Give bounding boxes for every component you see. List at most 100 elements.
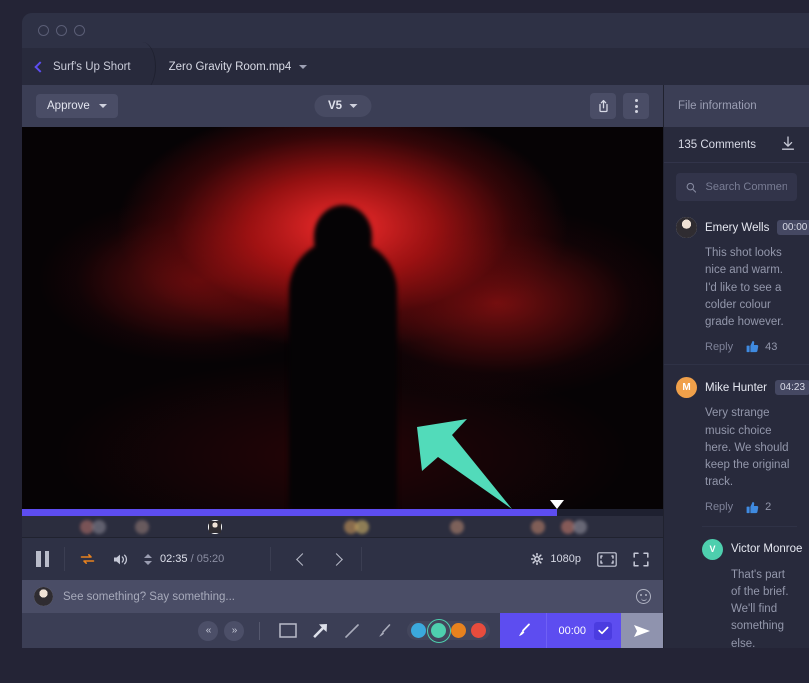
comment-text: Very strange music choice here. We shoul…	[705, 405, 797, 491]
pen-tool-button[interactable]	[371, 619, 397, 643]
comment-timecode[interactable]: 04:23	[775, 380, 809, 395]
comment-input[interactable]	[63, 591, 626, 603]
avatar: M	[676, 377, 697, 398]
comment-item[interactable]: Emery Wells 00:00 This shot looks nice a…	[664, 205, 809, 365]
swatch-red[interactable]	[471, 623, 486, 638]
like-button[interactable]: 2	[746, 501, 771, 514]
comment-author: Mike Hunter	[705, 382, 767, 394]
download-comments-button[interactable]	[781, 136, 795, 154]
reply-header: V Victor Monroe	[702, 539, 797, 560]
reply-button[interactable]: Reply	[705, 341, 733, 353]
pen-brush-icon	[375, 622, 393, 640]
previous-comment-button[interactable]	[285, 555, 319, 564]
approve-button[interactable]: Approve	[36, 94, 118, 118]
like-button[interactable]: 43	[746, 340, 777, 353]
kebab-menu-icon	[635, 99, 638, 113]
comment-composer[interactable]	[22, 580, 663, 613]
share-button[interactable]	[590, 93, 616, 119]
play-pause-button[interactable]	[36, 551, 50, 567]
search-icon	[686, 181, 696, 194]
search-comments-input[interactable]	[705, 181, 787, 193]
like-count: 2	[765, 501, 771, 513]
timeline-scrubber[interactable]	[22, 509, 663, 516]
timestamp-checkbox[interactable]	[594, 622, 612, 640]
file-information-header[interactable]: File information	[664, 85, 809, 127]
volume-button[interactable]	[112, 552, 130, 567]
breadcrumb: Surf's Up Short Zero Gravity Room.mp4	[22, 48, 809, 85]
timeline-marker[interactable]	[450, 520, 464, 534]
version-selector[interactable]: V5	[314, 95, 371, 117]
more-options-button[interactable]	[623, 93, 649, 119]
timestamp-value: 00:00	[558, 625, 586, 637]
timeline-marker[interactable]	[531, 520, 545, 534]
thumbs-up-icon	[746, 501, 759, 514]
main-body: Approve V5	[22, 85, 809, 648]
comments-list[interactable]: Emery Wells 00:00 This shot looks nice a…	[664, 205, 809, 648]
resolution-selector[interactable]: 1080p	[531, 553, 581, 565]
next-comment-button[interactable]	[319, 555, 353, 564]
fullscreen-button[interactable]	[633, 552, 649, 567]
time-stepper[interactable]	[144, 554, 152, 565]
timeline-playhead[interactable]	[550, 500, 564, 509]
rectangle-icon	[279, 623, 297, 638]
timeline-marker-active[interactable]	[208, 520, 222, 534]
emoji-picker-icon[interactable]	[636, 589, 651, 604]
color-swatches	[407, 621, 490, 640]
breadcrumb-file-name: Zero Gravity Room.mp4	[169, 61, 292, 73]
comments-count-label: 135 Comments	[678, 139, 756, 151]
draw-mode-button[interactable]	[500, 613, 546, 648]
rectangle-tool-button[interactable]	[275, 619, 301, 643]
line-icon	[343, 622, 361, 640]
breadcrumb-file-dropdown[interactable]: Zero Gravity Room.mp4	[169, 61, 308, 73]
check-icon	[598, 626, 609, 635]
avatar	[676, 217, 697, 238]
chevron-left-icon	[296, 553, 309, 566]
arrow-tool-button[interactable]	[307, 619, 333, 643]
comment-item[interactable]: M Mike Hunter 04:23 Very strange music c…	[664, 365, 809, 648]
timestamp-toggle[interactable]: 00:00	[546, 613, 621, 648]
pause-icon	[36, 551, 50, 567]
breadcrumb-project-name: Surf's Up Short	[53, 61, 131, 73]
comment-timecode[interactable]: 00:00	[777, 220, 809, 235]
player-controls-right: 1080p	[531, 552, 649, 567]
prev-frame-button[interactable]: «	[198, 621, 218, 641]
fit-screen-icon	[597, 552, 617, 567]
brush-icon	[514, 621, 533, 640]
version-label: V5	[328, 100, 342, 112]
window-minimize-button[interactable]	[56, 25, 67, 36]
timeline-marker[interactable]	[92, 520, 106, 534]
swatch-teal[interactable]	[431, 623, 446, 638]
chevron-left-icon	[34, 61, 45, 72]
app-window: Surf's Up Short Zero Gravity Room.mp4 Ap…	[22, 13, 809, 648]
timeline-comment-markers	[22, 516, 663, 538]
video-subject-silhouette	[289, 239, 397, 509]
loop-button[interactable]	[79, 552, 96, 566]
comments-count-header: 135 Comments	[664, 127, 809, 163]
window-maximize-button[interactable]	[74, 25, 85, 36]
breadcrumb-back-link[interactable]: Surf's Up Short	[22, 48, 147, 85]
swatch-blue[interactable]	[411, 623, 426, 638]
comment-actions: Reply 43	[705, 340, 797, 353]
reply-button[interactable]: Reply	[705, 501, 733, 513]
swatch-orange[interactable]	[451, 623, 466, 638]
annotation-arrow[interactable]	[412, 409, 522, 509]
timeline-marker[interactable]	[355, 520, 369, 534]
timeline-marker[interactable]	[573, 520, 587, 534]
timeline-marker[interactable]	[135, 520, 149, 534]
search-comments-box[interactable]	[676, 173, 797, 201]
video-viewport[interactable]: Emery Wells 02:20 Whoa! Love the intesit…	[22, 127, 663, 509]
comment-actions: Reply 2	[705, 501, 797, 514]
line-tool-button[interactable]	[339, 619, 365, 643]
like-count: 43	[765, 341, 777, 353]
next-frame-button[interactable]: »	[224, 621, 244, 641]
fit-screen-button[interactable]	[597, 552, 617, 567]
comment-header: M Mike Hunter 04:23	[676, 377, 797, 398]
comment-reply-item[interactable]: V Victor Monroe That's part of the brief…	[702, 526, 797, 649]
volume-icon	[112, 552, 130, 567]
chevron-right-icon	[330, 553, 343, 566]
window-close-button[interactable]	[38, 25, 49, 36]
send-comment-button[interactable]	[621, 613, 663, 648]
player-column: Approve V5	[22, 85, 663, 648]
current-time: 02:35	[160, 553, 188, 565]
total-time: 05:20	[197, 553, 225, 565]
